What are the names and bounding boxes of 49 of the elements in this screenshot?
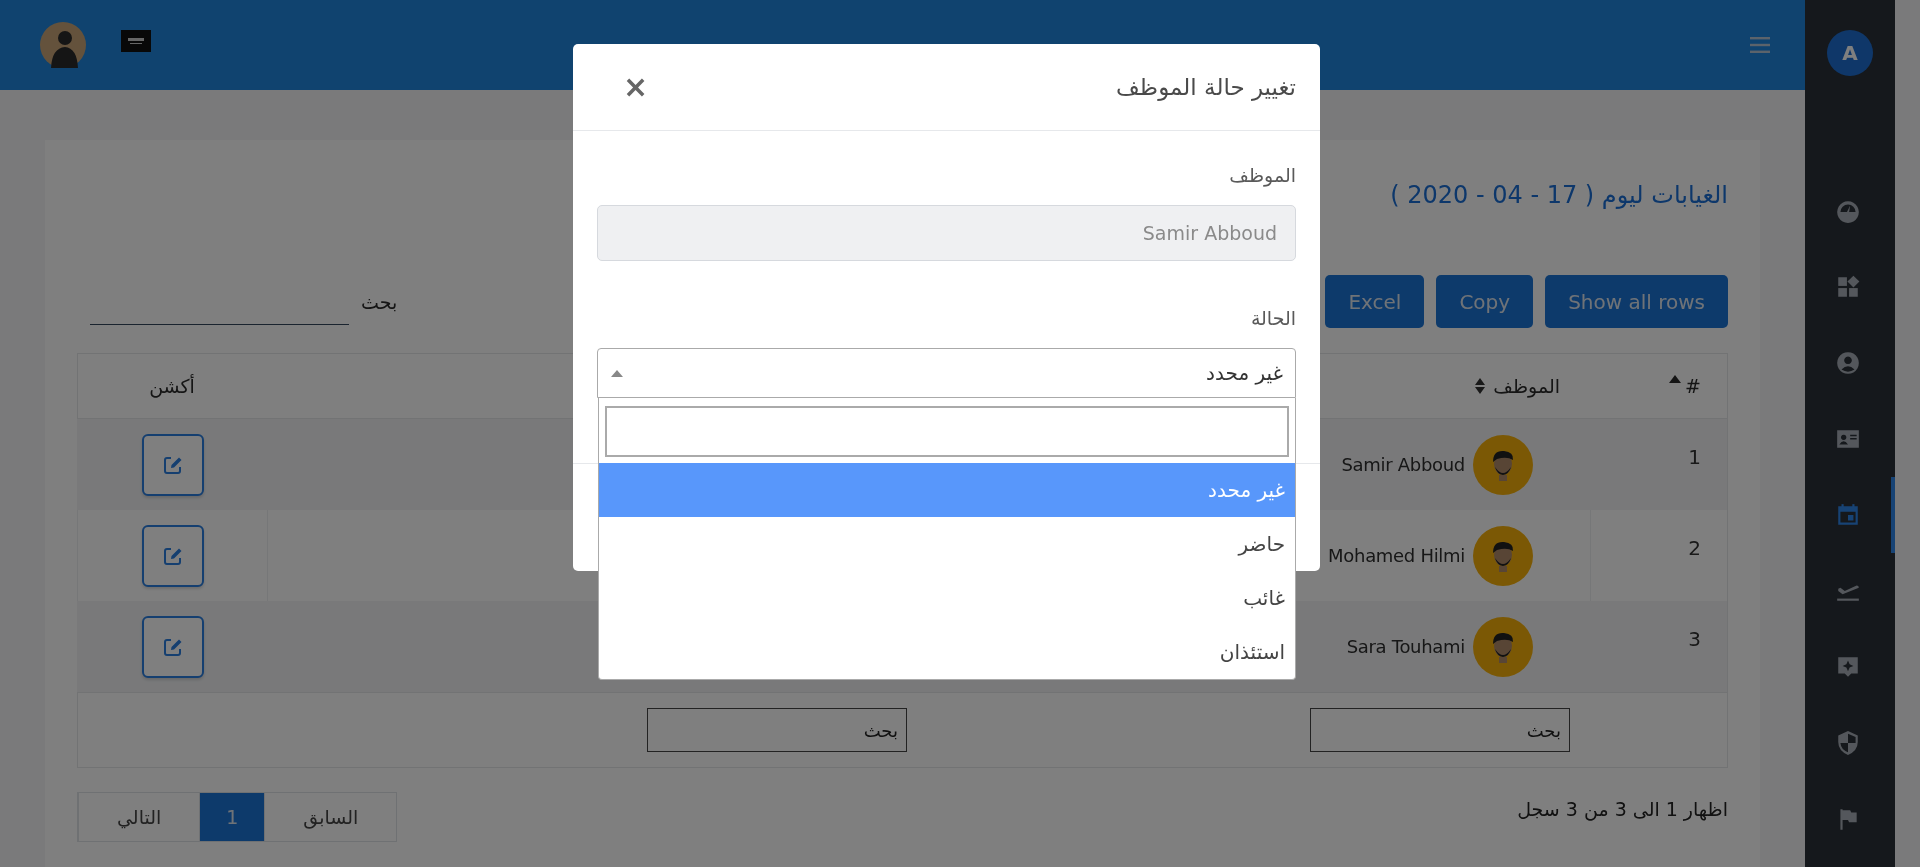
employee-avatar [1473, 525, 1533, 586]
widgets-icon [1835, 274, 1861, 300]
employee-name: Mohamed Hilmi [1328, 545, 1465, 566]
column-header[interactable]: الموظف [1493, 375, 1560, 397]
employee-avatar [1473, 616, 1533, 677]
dropdown-option[interactable]: استئذان [599, 625, 1295, 679]
calendar-icon [1835, 502, 1861, 528]
caret-icon [611, 369, 623, 377]
column-header[interactable]: # [1685, 375, 1701, 397]
export-button[interactable]: Show all rows [1545, 275, 1728, 328]
employee-name: Sara Touhami [1346, 636, 1465, 657]
export-button[interactable]: Excel [1325, 275, 1425, 328]
column-header[interactable]: أكشن [149, 375, 195, 397]
status-select[interactable]: غير محدد [597, 348, 1296, 398]
account-icon [1835, 350, 1861, 376]
logo-icon[interactable] [121, 30, 151, 52]
menu-icon[interactable] [1750, 37, 1770, 53]
employee-name: Samir Abboud [1341, 454, 1465, 475]
row-number: 3 [1688, 627, 1701, 651]
dashboard-icon [1835, 198, 1861, 224]
search-label: بحث [361, 290, 398, 313]
field-label: الموظف [1228, 163, 1296, 189]
pagination-button[interactable]: 1 [199, 793, 265, 841]
page-title: الغيابات ليوم ( 17 - 04 - 2020 ) [1389, 180, 1728, 211]
employee-avatar [1473, 434, 1533, 495]
dropdown-option[interactable]: غائب [599, 571, 1295, 625]
edit-icon [162, 454, 183, 475]
filter-field[interactable]: بحث [647, 708, 907, 752]
row-number: 1 [1688, 445, 1701, 469]
records-info: اظهار 1 الى 3 من 3 سجل [1517, 798, 1728, 820]
export-button[interactable]: Copy [1436, 275, 1534, 328]
edit-button[interactable] [141, 433, 204, 496]
dropdown-option[interactable]: غير محدد [599, 463, 1295, 517]
close-button[interactable]: × [623, 72, 649, 102]
sort-icon[interactable] [1475, 378, 1486, 394]
dropdown-option[interactable]: حاضر [599, 517, 1295, 571]
edit-icon [162, 636, 183, 657]
edit-button[interactable] [141, 615, 204, 678]
row-number: 2 [1688, 536, 1701, 560]
edit-icon [162, 545, 183, 566]
app-logo[interactable]: A [1827, 30, 1873, 76]
dialog-title: تغيير حالة الموظف [1116, 74, 1296, 100]
dropdown-search-field[interactable] [605, 406, 1289, 457]
user-avatar[interactable] [40, 22, 86, 68]
field-label: الحالة [1249, 306, 1296, 331]
filter-field[interactable]: بحث [1310, 708, 1570, 752]
edit-button[interactable] [141, 524, 204, 587]
sort-ascending-icon[interactable] [1669, 375, 1682, 383]
shield-icon [1835, 730, 1861, 756]
